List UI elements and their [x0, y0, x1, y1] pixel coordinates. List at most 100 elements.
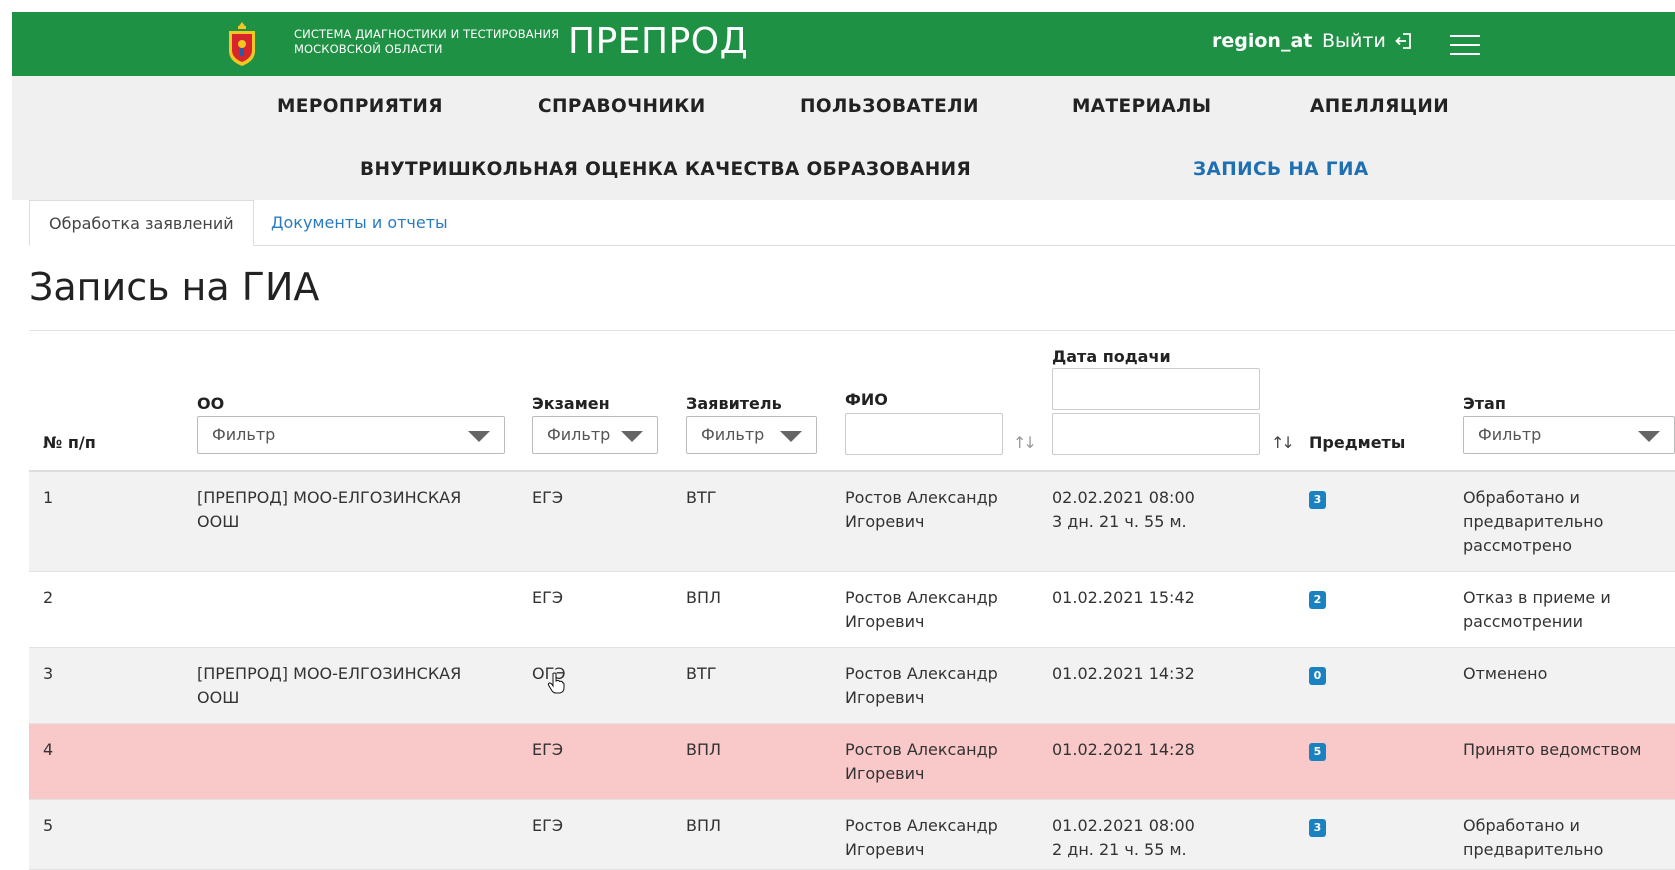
sub-tabs: Обработка заявлений Документы и отчеты: [29, 200, 1675, 246]
exam-filter-value: Фильтр: [547, 425, 611, 444]
cell-oo: [ПРЕПРОД] МОО-ЕЛГОЗИНСКАЯ ООШ: [197, 662, 461, 710]
cell-fio-line: Ростов Александр: [845, 816, 998, 835]
stage-filter-value: Фильтр: [1478, 425, 1542, 444]
page-title: Запись на ГИА: [29, 265, 320, 309]
cell-date-line: 02.02.2021 08:00: [1052, 488, 1195, 507]
nav-item-users[interactable]: ПОЛЬЗОВАТЕЛИ: [800, 96, 979, 117]
cell-date-elapsed: 3 дн. 21 ч. 55 м.: [1052, 512, 1187, 531]
cell-fio: Ростов Александр Игоревич: [845, 738, 998, 786]
tab-application-processing[interactable]: Обработка заявлений: [29, 200, 254, 246]
subjects-count-badge[interactable]: 0: [1309, 667, 1326, 685]
table-row[interactable]: 2 ЕГЭ ВПЛ Ростов Александр Игоревич 01.0…: [29, 572, 1675, 648]
cell-number: 4: [43, 740, 54, 759]
cell-fio-line: Ростов Александр: [845, 488, 998, 507]
nav-item-events[interactable]: МЕРОПРИЯТИЯ: [277, 96, 443, 117]
column-header-applicant: Заявитель: [686, 394, 782, 413]
column-header-exam: Экзамен: [532, 394, 610, 413]
exam-filter-select[interactable]: Фильтр: [532, 416, 658, 454]
cell-stage-line: Принято ведомством: [1463, 740, 1642, 759]
chevron-down-icon: [468, 431, 490, 442]
cell-stage: Обработано и предварительно рассмотрено: [1463, 486, 1603, 558]
nav-item-school-quality[interactable]: ВНУТРИШКОЛЬНАЯ ОЦЕНКА КАЧЕСТВА ОБРАЗОВАН…: [360, 159, 971, 180]
chevron-down-icon: [621, 431, 643, 442]
date-to-input[interactable]: [1052, 413, 1260, 455]
hand-pointer-cursor-icon: [547, 672, 565, 694]
subjects-count-badge[interactable]: 3: [1309, 819, 1326, 837]
table-row[interactable]: 1 [ПРЕПРОД] МОО-ЕЛГОЗИНСКАЯ ООШ ЕГЭ ВТГ …: [29, 472, 1675, 572]
cell-number: 1: [43, 488, 54, 507]
cell-applicant: ВПЛ: [686, 588, 722, 607]
brand-line-2: МОСКОВСКОЙ ОБЛАСТИ: [294, 42, 443, 56]
title-divider: [29, 330, 1675, 331]
cell-date: 01.02.2021 08:00 2 дн. 21 ч. 55 м.: [1052, 814, 1195, 862]
applicant-filter-value: Фильтр: [701, 425, 765, 444]
tab-documents-reports[interactable]: Документы и отчеты: [252, 200, 467, 246]
cell-stage-line: Обработано и: [1463, 488, 1580, 507]
logout-button[interactable]: Выйти: [1322, 30, 1414, 52]
table-row-highlighted[interactable]: 4 ЕГЭ ВПЛ Ростов Александр Игоревич 01.0…: [29, 724, 1675, 800]
brand-subtitle: СИСТЕМА ДИАГНОСТИКИ И ТЕСТИРОВАНИЯ МОСКО…: [294, 27, 559, 57]
cell-fio-line: Игоревич: [845, 764, 925, 783]
cell-exam: ЕГЭ: [532, 488, 564, 507]
table-row[interactable]: 5 ЕГЭ ВПЛ Ростов Александр Игоревич 01.0…: [29, 800, 1675, 870]
top-header: СИСТЕМА ДИАГНОСТИКИ И ТЕСТИРОВАНИЯ МОСКО…: [12, 12, 1675, 76]
cell-stage-line: Обработано и: [1463, 816, 1580, 835]
oo-filter-select[interactable]: Фильтр: [197, 416, 505, 454]
chevron-down-icon: [1638, 431, 1660, 442]
fio-filter-input[interactable]: [845, 413, 1003, 455]
cell-date: 01.02.2021 14:32: [1052, 662, 1195, 686]
applicant-filter-select[interactable]: Фильтр: [686, 416, 817, 454]
cell-exam: ЕГЭ: [532, 740, 564, 759]
cell-date-line: 01.02.2021 08:00: [1052, 816, 1195, 835]
cell-date: 01.02.2021 15:42: [1052, 586, 1195, 610]
nav-item-gia-registration[interactable]: ЗАПИСЬ НА ГИА: [1193, 159, 1369, 180]
nav-item-materials[interactable]: МАТЕРИАЛЫ: [1072, 96, 1211, 117]
sort-icon[interactable]: ↑↓: [1271, 433, 1295, 452]
column-header-date: Дата подачи: [1052, 347, 1171, 366]
username[interactable]: region_at: [1212, 30, 1312, 52]
cell-stage-line: Отменено: [1463, 664, 1548, 683]
cell-fio-line: Ростов Александр: [845, 664, 998, 683]
cell-date-elapsed: 2 дн. 21 ч. 55 м.: [1052, 840, 1187, 859]
cell-number: 2: [43, 588, 54, 607]
cell-date-line: 01.02.2021 14:32: [1052, 664, 1195, 683]
column-header-subjects: Предметы: [1309, 433, 1406, 452]
cell-stage-line: рассмотрено: [1463, 536, 1572, 555]
cell-number: 5: [43, 816, 54, 835]
cell-fio: Ростов Александр Игоревич: [845, 662, 998, 710]
column-header-fio: ФИО: [845, 390, 888, 409]
cell-applicant: ВПЛ: [686, 816, 722, 835]
cell-fio: Ростов Александр Игоревич: [845, 486, 998, 534]
subjects-count-badge[interactable]: 5: [1309, 743, 1326, 761]
cell-fio-line: Игоревич: [845, 512, 925, 531]
cell-oo-line: [ПРЕПРОД] МОО-ЕЛГОЗИНСКАЯ: [197, 664, 462, 683]
cell-oo: [ПРЕПРОД] МОО-ЕЛГОЗИНСКАЯ ООШ: [197, 486, 461, 534]
cell-fio-line: Игоревич: [845, 612, 925, 631]
cell-oo-line: [ПРЕПРОД] МОО-ЕЛГОЗИНСКАЯ: [197, 488, 462, 507]
cell-stage-line: предварительно: [1463, 840, 1604, 859]
menu-hamburger-icon[interactable]: [1450, 30, 1480, 58]
cell-fio-line: Ростов Александр: [845, 588, 998, 607]
nav-item-directories[interactable]: СПРАВОЧНИКИ: [538, 96, 706, 117]
cell-oo-line: ООШ: [197, 512, 240, 531]
moscow-region-coat-of-arms-icon[interactable]: [226, 21, 258, 67]
stage-filter-select[interactable]: Фильтр: [1463, 416, 1675, 454]
cell-stage-line: предварительно: [1463, 512, 1604, 531]
cell-fio: Ростов Александр Игоревич: [845, 814, 998, 862]
column-header-oo: ОО: [197, 394, 225, 413]
column-header-number: № п/п: [43, 433, 96, 452]
cell-stage: Обработано и предварительно: [1463, 814, 1603, 862]
sort-icon[interactable]: ↑↓: [1013, 433, 1037, 452]
cell-stage: Принято ведомством: [1463, 738, 1641, 762]
nav-item-appeals[interactable]: АПЕЛЛЯЦИИ: [1310, 96, 1449, 117]
date-from-input[interactable]: [1052, 368, 1260, 410]
table-row[interactable]: 3 [ПРЕПРОД] МОО-ЕЛГОЗИНСКАЯ ООШ ОГЭ ВТГ …: [29, 648, 1675, 724]
cell-number: 3: [43, 664, 54, 683]
cell-stage-line: рассмотрении: [1463, 612, 1583, 631]
brand-name[interactable]: ПРЕПРОД: [568, 20, 748, 64]
logout-icon: [1395, 33, 1411, 49]
subjects-count-badge[interactable]: 2: [1309, 591, 1326, 609]
cell-fio: Ростов Александр Игоревич: [845, 586, 998, 634]
oo-filter-value: Фильтр: [212, 425, 276, 444]
subjects-count-badge[interactable]: 3: [1309, 491, 1326, 509]
